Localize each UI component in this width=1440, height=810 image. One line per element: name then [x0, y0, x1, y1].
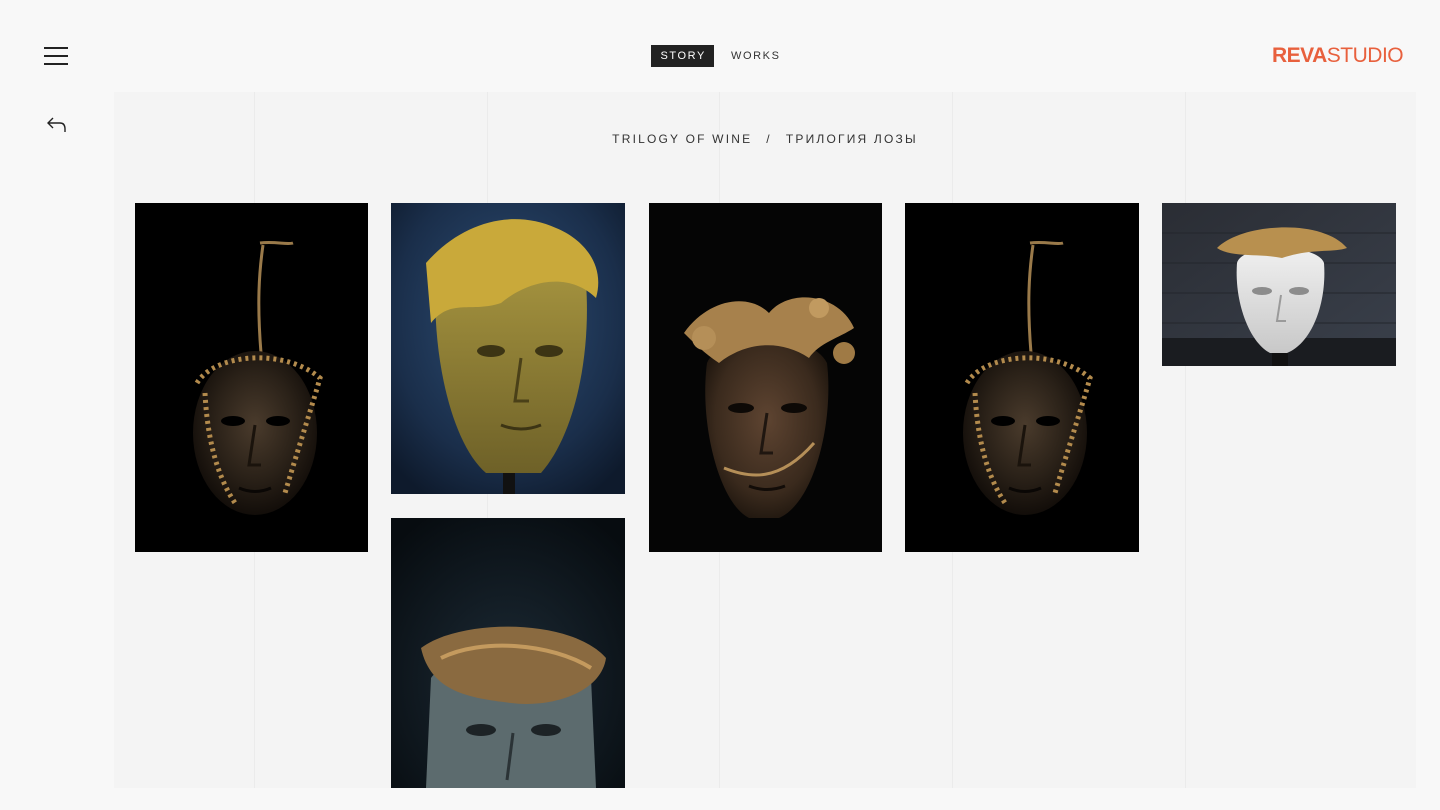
- tab-works[interactable]: WORKS: [722, 45, 789, 67]
- reva-studio-logo[interactable]: REVASTUDIO: [1272, 43, 1404, 69]
- breadcrumb: TRILOGY OF WINE / ТРИЛОГИЯ ЛОЗЫ: [114, 132, 1416, 146]
- gallery-panel: TRILOGY OF WINE / ТРИЛОГИЯ ЛОЗЫ: [114, 92, 1416, 788]
- logo-light-text: STUDIO: [1326, 44, 1404, 67]
- breadcrumb-separator: /: [766, 132, 772, 146]
- photo-gold-mask-blue[interactable]: [391, 203, 625, 494]
- breadcrumb-title-ru[interactable]: ТРИЛОГИЯ ЛОЗЫ: [786, 132, 918, 146]
- photo-bronze-mask-vine-1[interactable]: [135, 203, 368, 552]
- back-arrow-icon[interactable]: [45, 114, 69, 136]
- photo-bronze-mask-band[interactable]: [391, 518, 625, 788]
- top-navigation: STORY WORKS: [0, 45, 1440, 67]
- logo-bold-text: REVA: [1272, 44, 1327, 67]
- photo-bronze-mask-vine-2[interactable]: [905, 203, 1139, 552]
- photo-bronze-mask-grape-leaves[interactable]: [649, 203, 882, 552]
- grid-line: [1185, 92, 1186, 788]
- breadcrumb-title-en[interactable]: TRILOGY OF WINE: [612, 132, 752, 146]
- photo-white-mask-vine[interactable]: [1162, 203, 1396, 366]
- tab-story[interactable]: STORY: [651, 45, 714, 67]
